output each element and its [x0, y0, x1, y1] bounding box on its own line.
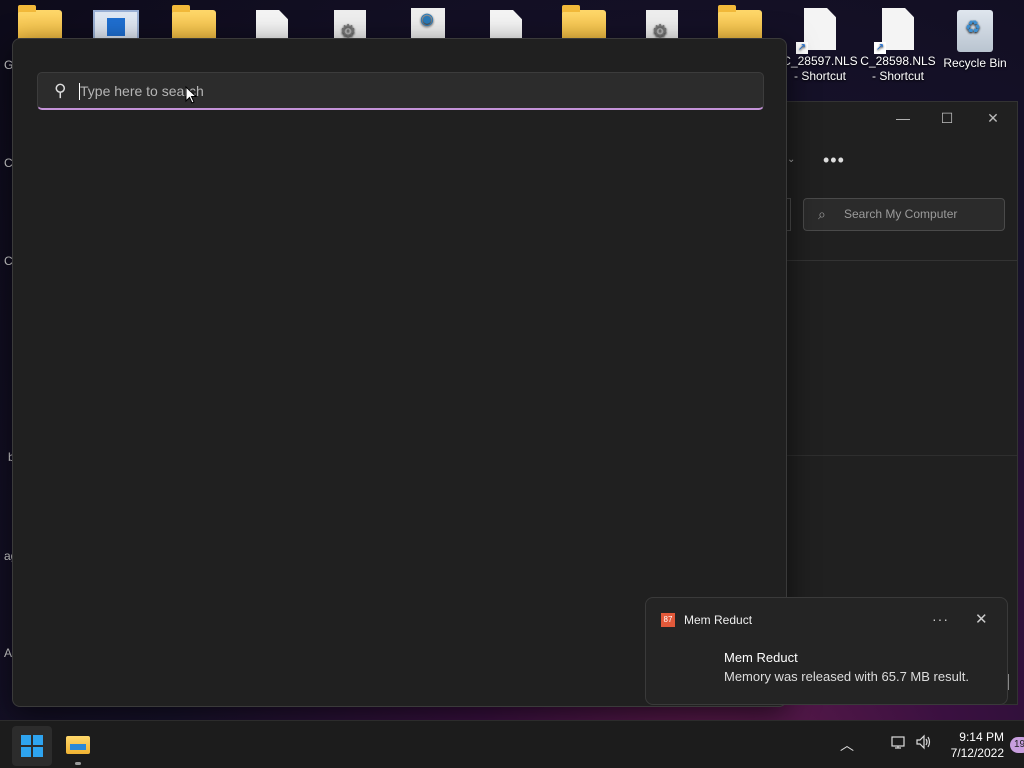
toast-close-button[interactable]: ✕	[975, 610, 988, 628]
more-options-button[interactable]: •••	[823, 150, 845, 171]
explorer-search-placeholder: Search My Computer	[844, 207, 958, 221]
start-button[interactable]	[12, 726, 52, 766]
file-explorer-icon	[66, 736, 90, 754]
desktop-icon-label: C_28598.NLS - Shortcut	[860, 54, 936, 83]
desktop-icon-label: Recycle Bin	[943, 56, 1007, 70]
shortcut-arrow-icon: ↗	[874, 42, 886, 54]
divider	[787, 455, 1017, 456]
system-clock[interactable]: 9:14 PM 7/12/2022	[940, 729, 1004, 761]
clock-date: 7/12/2022	[950, 746, 1004, 760]
address-bar[interactable]	[787, 198, 791, 231]
mouse-cursor-icon	[185, 86, 197, 104]
search-icon: ⌕	[818, 206, 826, 222]
minimize-button[interactable]: —	[883, 110, 923, 126]
toast-app-name: Mem Reduct	[684, 613, 753, 627]
search-input[interactable]	[78, 73, 738, 109]
search-icon: ⚲	[54, 81, 67, 100]
toast-body: Memory was released with 65.7 MB result.	[724, 669, 969, 684]
recycle-bin-icon	[957, 10, 993, 52]
file-icon	[804, 8, 836, 50]
toast-more-button[interactable]: ···	[932, 611, 949, 627]
notification-toast[interactable]: 87 Mem Reduct ··· ✕ Mem Reduct Memory wa…	[645, 597, 1008, 705]
taskbar-file-explorer[interactable]	[58, 726, 98, 766]
mem-reduct-app-icon: 87	[661, 613, 675, 627]
notification-count-badge[interactable]: 19	[1010, 737, 1024, 753]
windows-logo-icon	[21, 735, 43, 757]
running-indicator	[75, 762, 81, 765]
shortcut-arrow-icon: ↗	[796, 42, 808, 54]
maximize-button[interactable]: ☐	[927, 110, 967, 126]
taskbar: ︿ 9:14 PM 7/12/2022 19	[0, 720, 1024, 768]
clock-time: 9:14 PM	[959, 730, 1004, 744]
network-icon[interactable]	[891, 735, 907, 751]
toast-title: Mem Reduct	[724, 650, 798, 665]
search-box[interactable]: ⚲	[37, 72, 764, 110]
desktop-icon-c28598[interactable]: ↗ C_28598.NLS - Shortcut	[860, 8, 936, 84]
file-icon	[882, 8, 914, 50]
divider	[787, 260, 1017, 261]
explorer-search-box[interactable]: ⌕ Search My Computer	[803, 198, 1005, 231]
peek-text: A	[4, 646, 13, 660]
desktop-icon-c28597[interactable]: ↗ C_28597.NLS - Shortcut	[782, 8, 858, 84]
show-hidden-icons-button[interactable]: ︿	[840, 735, 854, 755]
volume-icon[interactable]	[915, 734, 933, 750]
text-caret	[79, 83, 80, 100]
desktop-icon-recycle-bin[interactable]: Recycle Bin	[937, 10, 1013, 71]
close-button[interactable]: ✕	[973, 110, 1013, 126]
desktop-icon-label: C_28597.NLS - Shortcut	[782, 54, 858, 83]
chevron-down-icon[interactable]: ⌄	[787, 154, 795, 165]
